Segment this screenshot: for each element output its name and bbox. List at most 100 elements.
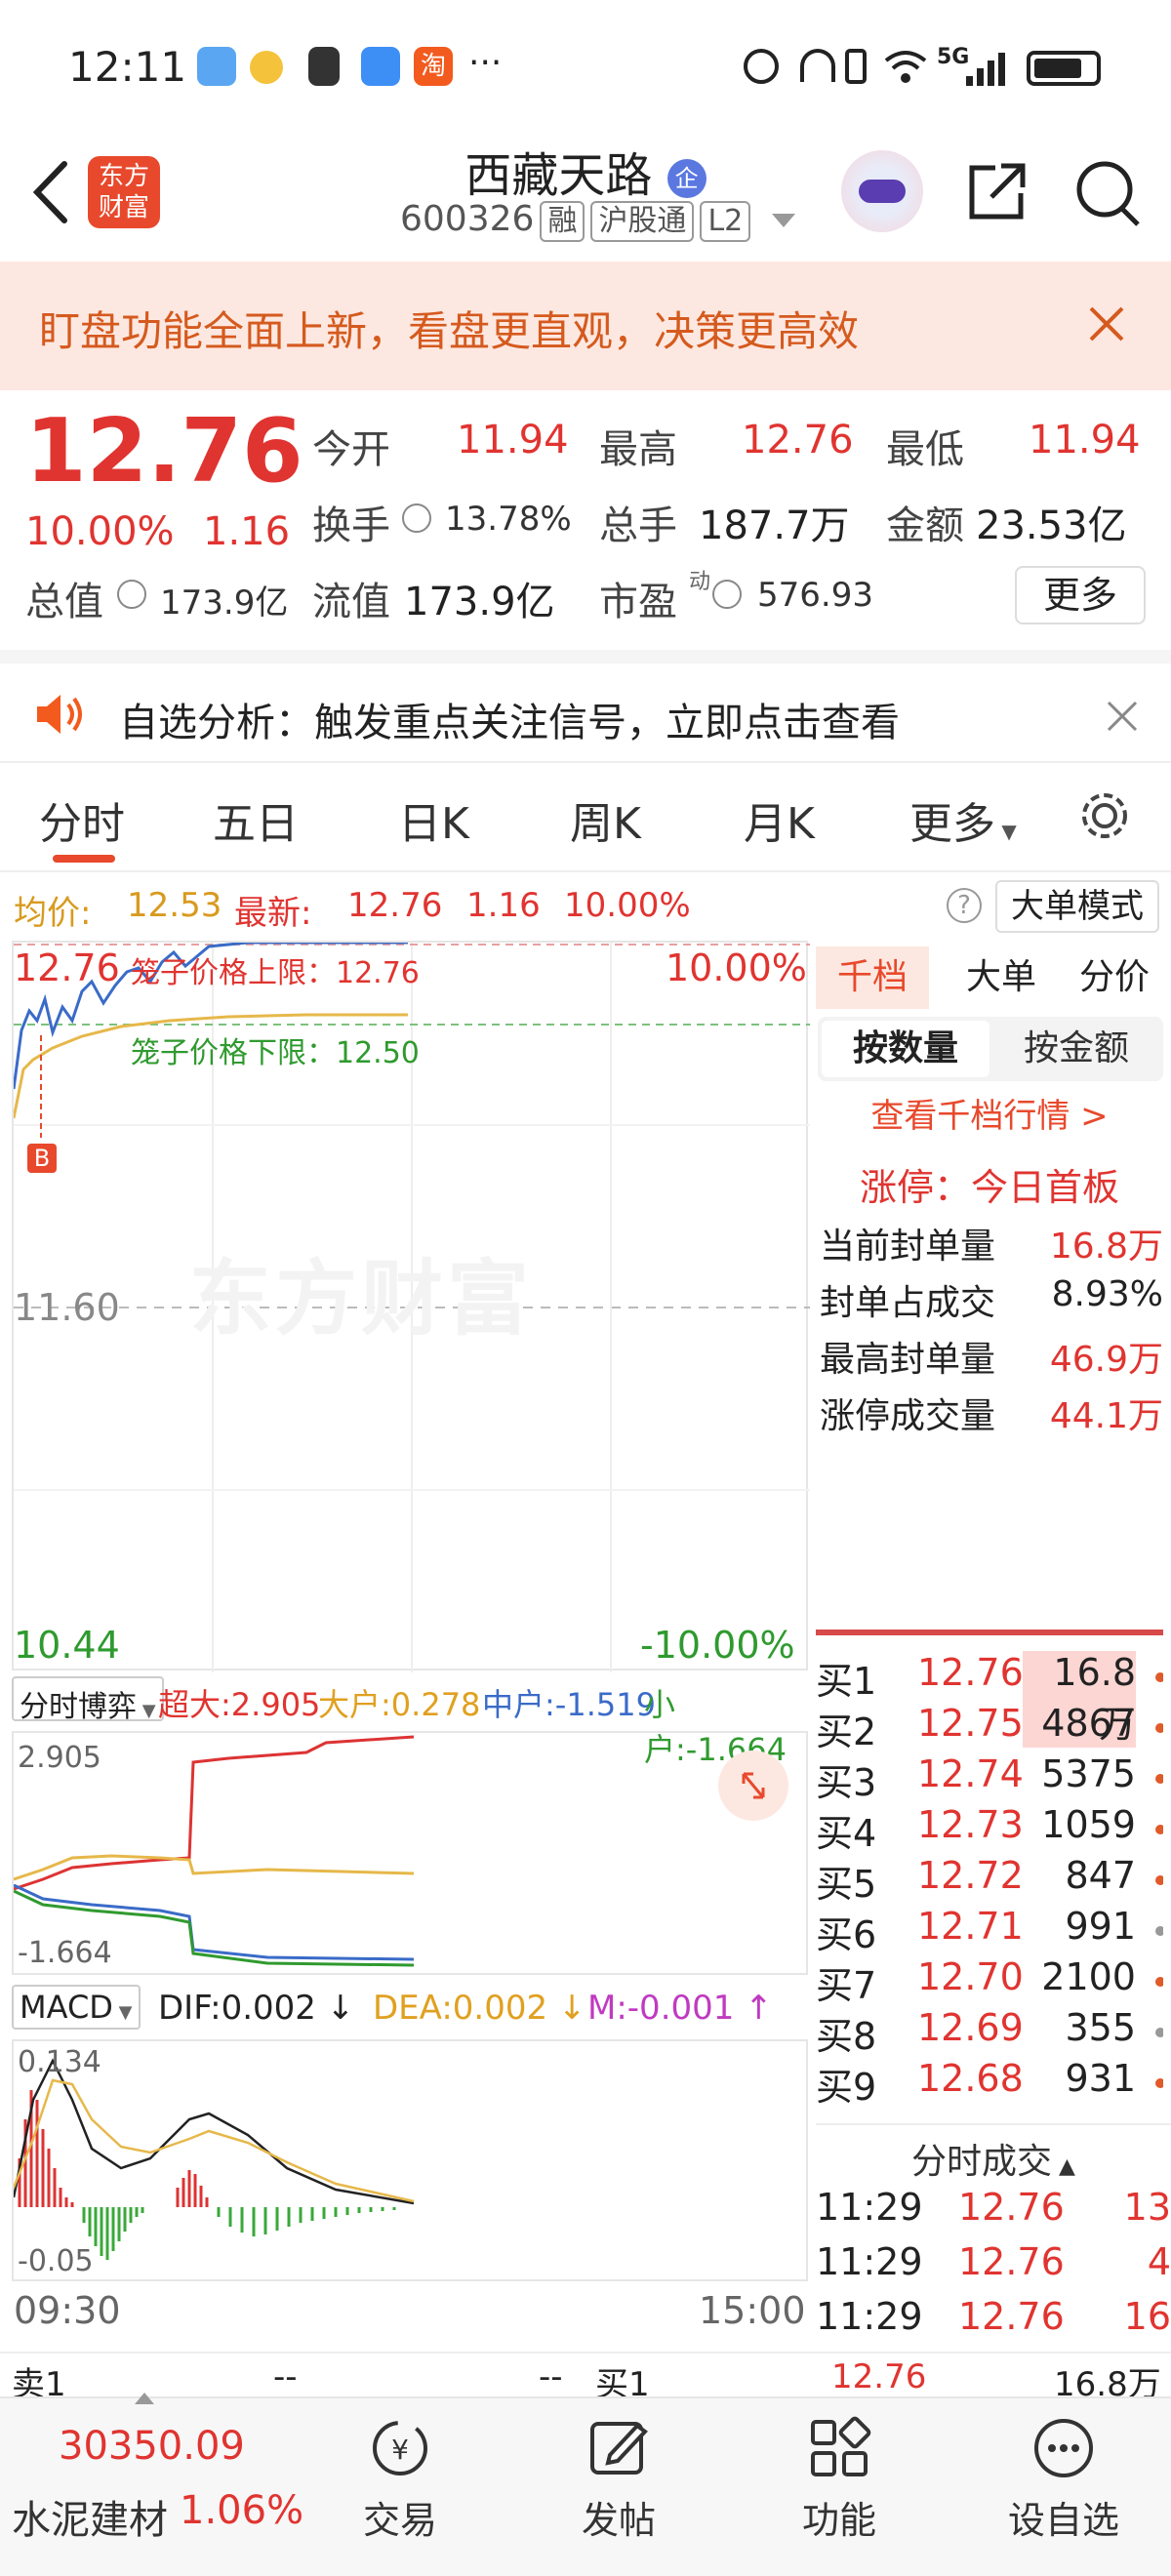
taobao-app-icon: 淘 (414, 47, 453, 86)
tab-more-label: 更多 (909, 799, 995, 849)
expand-icon[interactable] (718, 1751, 788, 1821)
more-button[interactable]: 更多 (1015, 566, 1146, 624)
bid-row[interactable]: 买1 12.76 16.8万 (816, 1651, 1163, 1748)
float-value: 173.9亿 (404, 580, 555, 624)
trades-header[interactable]: 分时成交 ▲ (816, 2123, 1171, 2182)
nav-functions[interactable]: 功能 (781, 2396, 898, 2544)
nav-trade[interactable]: ¥ 交易 (342, 2396, 459, 2544)
dropdown-icon[interactable] (771, 214, 795, 227)
m-value: M:-0.001 (587, 1989, 735, 2028)
fund-flow-chart[interactable]: 2.905 -1.664 (12, 1731, 808, 1975)
sector-index[interactable]: 30350.09 水泥建材 1.06% (0, 2416, 312, 2553)
bid-volume: 2100 (1041, 1955, 1136, 1998)
mktcap-label: 总值 (25, 580, 103, 624)
tab-weekly-k[interactable]: 周K (570, 788, 641, 851)
search-icon[interactable] (1073, 156, 1142, 228)
pe-label: 市盈 (599, 580, 677, 624)
help-icon[interactable]: ? (947, 888, 982, 923)
bid-dot (1155, 1825, 1163, 1834)
promo-banner[interactable]: 盯盘功能全面上新，看盘更直观，决策更高效 (0, 262, 1171, 390)
nav-add-watchlist[interactable]: 设自选 (995, 2396, 1132, 2544)
trade-price: 12.76 (958, 2295, 1065, 2338)
big-order-mode-button[interactable]: 大单模式 (995, 880, 1159, 933)
float-label: 流值 (312, 580, 390, 624)
info-icon[interactable] (712, 580, 742, 609)
view-depth-link[interactable]: 查看千档行情 > (816, 1089, 1163, 1137)
chart-info-row: 均价: 12.53 最新: 12.76 1.16 10.00% ? 大单模式 (0, 872, 1171, 941)
bid-dot (1155, 1926, 1163, 1936)
feather-app-icon (308, 47, 340, 86)
caret-up-icon[interactable] (135, 2393, 154, 2404)
bid-label: 买5 (816, 1863, 877, 1906)
signal-icon (964, 51, 1013, 86)
bid-volume: 355 (1065, 2006, 1136, 2049)
by-amount-tab[interactable]: 按金额 (993, 1021, 1159, 1077)
close-banner-icon[interactable] (1085, 302, 1128, 345)
notice-text: 自选分析：触发重点关注信号，立即点击查看 (119, 701, 900, 745)
trade-volume: 4 (1147, 2240, 1171, 2283)
macd-selector[interactable]: MACD ▼ (12, 1985, 141, 2030)
enterprise-badge: 企 (666, 159, 707, 198)
bid-row[interactable]: 买4 12.73 1059 (816, 1803, 1163, 1855)
buy-marker[interactable]: B (27, 1144, 57, 1173)
side-tabs: 千档 大单 分价 (816, 946, 1163, 1011)
bid-row[interactable]: 买6 12.71 991 (816, 1905, 1163, 1956)
nav-post-label: 发帖 (581, 2499, 656, 2542)
assistant-avatar[interactable] (841, 150, 923, 232)
arrow-down-icon: ↓ (326, 1989, 355, 2028)
intraday-chart[interactable]: 东方财富 12.76 笼子价格上限：12.76 10.00% 笼子价格下限：12… (12, 941, 810, 1672)
info-icon[interactable] (402, 503, 431, 533)
bid-dot (1155, 1723, 1163, 1733)
bid-volume: 1059 (1041, 1803, 1136, 1846)
bid-price: 12.69 (917, 2006, 1024, 2049)
latest-label: 最新: (234, 894, 312, 933)
fund-flow-max-label: 2.905 (18, 1741, 101, 1775)
bid-price: 12.70 (917, 1955, 1024, 1998)
tab-thousand-level[interactable]: 千档 (816, 946, 929, 1009)
stat-label: 最高封单量 (820, 1340, 996, 1380)
tab-big-order[interactable]: 大单 (952, 946, 1050, 1009)
watermark: 东方财富 (189, 1251, 534, 1347)
open-value: 11.94 (457, 418, 569, 463)
avg-label: 均价: (14, 894, 92, 933)
bid-price: 12.73 (917, 1803, 1024, 1846)
bid-row[interactable]: 买7 12.70 2100 (816, 1955, 1163, 2007)
super-label: 超大: (158, 1686, 231, 1723)
bid-row[interactable]: 买8 12.69 355 (816, 2006, 1163, 2058)
high-label: 最高 (599, 427, 677, 472)
volume-label: 总手 (599, 503, 677, 548)
lower-limit-label: 笼子价格下限：12.50 (131, 1036, 420, 1070)
macd-m: M:-0.001 ↑ (587, 1989, 773, 2028)
tab-monthly-k[interactable]: 月K (744, 788, 815, 851)
bid-dot (1155, 2078, 1163, 2088)
bid-row[interactable]: 买2 12.75 4867 (816, 1702, 1163, 1753)
mid-flow: 中户:-1.519 (482, 1680, 656, 1725)
close-notice-icon[interactable] (1105, 699, 1140, 734)
tab-daily-k[interactable]: 日K (398, 788, 469, 851)
tab-intraday[interactable]: 分时 (39, 788, 125, 851)
fund-flow-selector[interactable]: 分时博弈 ▼ (12, 1676, 164, 1724)
info-icon[interactable] (117, 580, 146, 609)
tab-five-day[interactable]: 五日 (213, 788, 299, 851)
svg-text:¥: ¥ (391, 2434, 409, 2466)
by-quantity-tab[interactable]: 按数量 (822, 1021, 989, 1077)
bid-row[interactable]: 买5 12.72 847 (816, 1854, 1163, 1906)
connect-tag: 沪股通 (590, 201, 695, 242)
status-time: 12:11 (68, 43, 187, 91)
share-icon[interactable] (962, 158, 1030, 226)
bid-row[interactable]: 买3 12.74 5375 (816, 1752, 1163, 1804)
buy1-price: 12.76 (831, 2357, 927, 2396)
settings-icon[interactable] (1077, 788, 1132, 843)
caret-up-icon: ▲ (1052, 2154, 1075, 2179)
notice-bar[interactable]: 自选分析：触发重点关注信号，立即点击查看 (0, 650, 1171, 763)
bid-volume: 847 (1065, 1854, 1136, 1897)
nav-post[interactable]: 发帖 (560, 2396, 677, 2544)
nav-add-watchlist-label: 设自选 (1007, 2499, 1119, 2542)
change-pct: 10.00% (25, 509, 175, 554)
stat-value: 16.8万 (1049, 1227, 1163, 1267)
bid-row[interactable]: 买9 12.68 931 (816, 2057, 1163, 2109)
tab-more[interactable]: 更多 ▼ (909, 788, 1017, 851)
macd-chart[interactable]: 0.134 -0.05 (12, 2039, 808, 2281)
tab-price-distribution[interactable]: 分价 (1066, 946, 1163, 1009)
macd-dea: DEA:0.002 ↓ (373, 1989, 586, 2028)
